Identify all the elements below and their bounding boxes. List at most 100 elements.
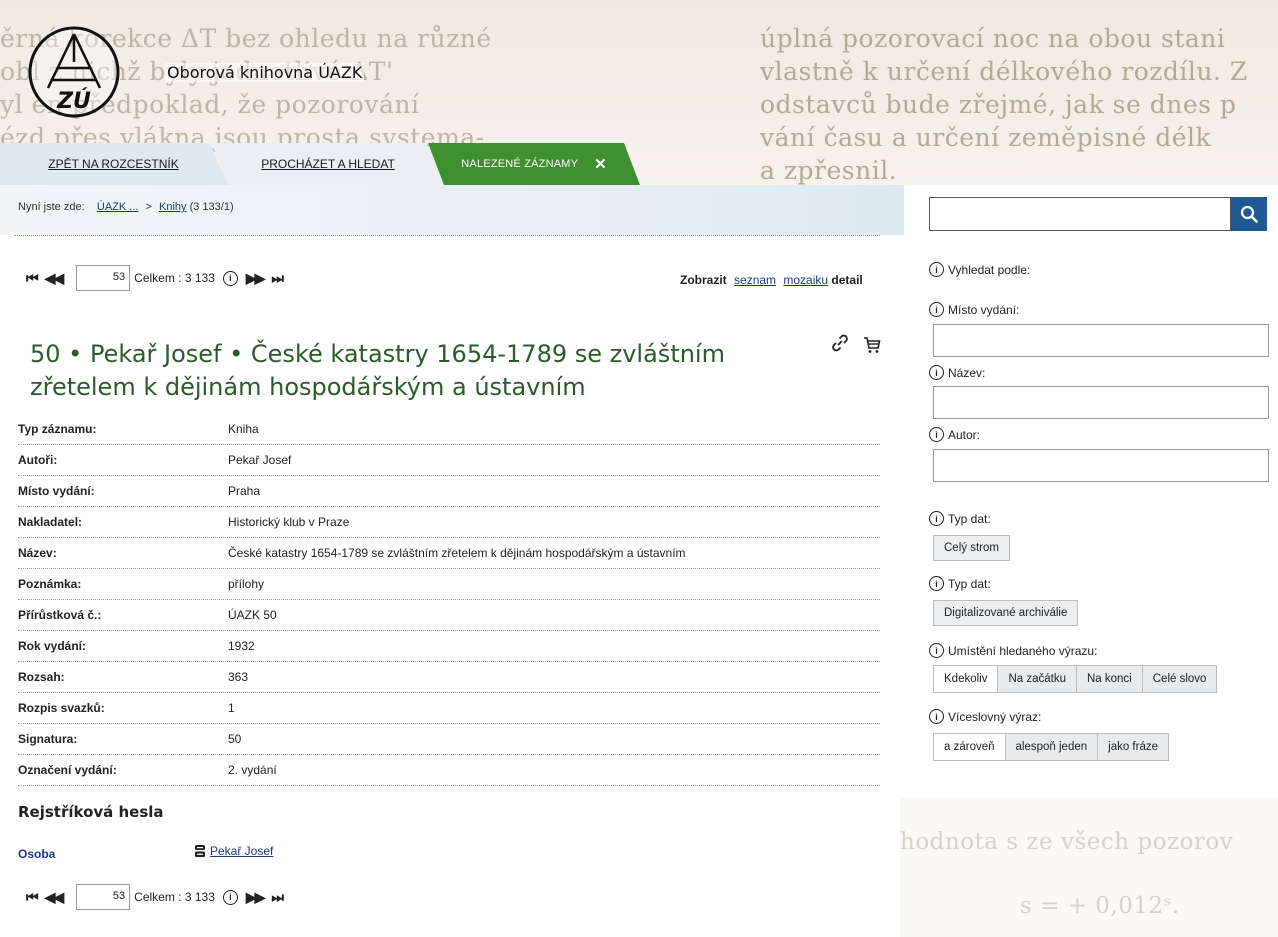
field-value: 50 <box>228 732 242 746</box>
library-logo[interactable]: ZÚ <box>24 22 124 122</box>
field-label: Místo vydání: <box>18 484 95 498</box>
svg-text:ZÚ: ZÚ <box>56 88 91 114</box>
info-icon[interactable]: i <box>929 427 944 442</box>
previous-page-icon[interactable]: ◀◀ <box>45 889 64 906</box>
next-page-icon[interactable]: ▶▶ <box>246 889 265 906</box>
permalink-icon[interactable] <box>830 333 850 353</box>
divider <box>14 235 880 236</box>
author-label: i Autor: <box>929 427 980 442</box>
data-type-label: i Typ dat: <box>929 511 991 526</box>
whole-tree-button[interactable]: Celý strom <box>933 535 1010 561</box>
close-icon[interactable]: ✕ <box>594 155 607 173</box>
first-page-icon[interactable]: ⏮ <box>26 889 39 906</box>
tab-label: NALEZENÉ ZÁZNAMY <box>461 158 579 170</box>
field-value: Kniha <box>228 422 259 436</box>
tab-label[interactable]: ZPĚT NA ROZCESTNÍK <box>48 157 178 171</box>
table-row: Signatura: 50 <box>18 724 880 755</box>
tab-back-to-crossroads[interactable]: ZPĚT NA ROZCESTNÍK <box>0 143 228 185</box>
page-number-input[interactable]: 53 <box>76 265 131 291</box>
last-page-icon[interactable]: ⏭ <box>271 889 284 906</box>
field-value: Praha <box>228 484 261 498</box>
field-label: Rok vydání: <box>18 639 87 653</box>
info-icon[interactable]: i <box>929 262 944 277</box>
page-number-input[interactable]: 53 <box>76 884 131 910</box>
position-whole-word-button[interactable]: Celé slovo <box>1141 665 1218 693</box>
info-icon[interactable]: i <box>929 365 944 380</box>
main-tabs: ZPĚT NA ROZCESTNÍK PROCHÁZET A HLEDAT NA… <box>0 143 760 185</box>
field-label: Rozpis svazků: <box>18 701 105 715</box>
field-label: Nakladatel: <box>18 515 83 529</box>
next-page-icon[interactable]: ▶▶ <box>246 270 265 287</box>
place-input[interactable] <box>933 324 1269 357</box>
digitized-archives-button[interactable]: Digitalizované archiválie <box>933 600 1079 626</box>
info-icon[interactable]: i <box>929 709 944 724</box>
info-icon[interactable]: i <box>222 270 238 286</box>
index-term-entry[interactable]: Pekař Josef <box>194 844 273 858</box>
site-title[interactable]: Oborová knihovna ÚAZK <box>165 63 365 82</box>
record-title: 50 • Pekař Josef • České katastry 1654-1… <box>30 340 725 401</box>
breadcrumb-item-books[interactable]: Knihy <box>159 201 187 213</box>
field-value: Historický klub v Praze <box>228 515 350 529</box>
term-position-label: i Umístění hledaného výrazu: <box>929 643 1097 658</box>
view-list-link[interactable]: seznam <box>734 273 776 287</box>
search-input[interactable] <box>929 197 1231 231</box>
page-header: ěrná korekce ΔT bez ohledu na různé obl … <box>0 0 1278 185</box>
search-button[interactable] <box>1231 197 1267 231</box>
tab-browse-and-search[interactable]: PROCHÁZET A HLEDAT <box>212 143 444 185</box>
multiword-phrase-button[interactable]: jako fráze <box>1097 733 1169 761</box>
previous-page-icon[interactable]: ◀◀ <box>45 270 64 287</box>
index-term-type: Osoba <box>18 847 56 861</box>
first-page-icon[interactable]: ⏮ <box>26 270 39 287</box>
cart-icon[interactable] <box>862 335 882 355</box>
total-count: Celkem : 3 133 <box>134 890 215 904</box>
info-icon[interactable]: i <box>222 889 238 905</box>
multiword-label: i Víceslovný výraz: <box>929 709 1041 724</box>
view-mosaic-link[interactable]: mozaiku <box>783 273 828 287</box>
tab-found-records[interactable]: NALEZENÉ ZÁZNAMY ✕ <box>428 143 640 185</box>
multiword-toggle: a zároveň alespoň jeden jako fráze <box>933 733 1169 761</box>
field-value: Pekař Josef <box>228 453 292 467</box>
field-label: Typ záznamu: <box>18 422 97 436</box>
record-details-table: Typ záznamu: Kniha Autoři: Pekař Josef Mís… <box>18 414 880 786</box>
position-start-button[interactable]: Na začátku <box>997 665 1077 693</box>
title-label: i Název: <box>929 365 985 380</box>
pager-bottom: ⏮ ◀◀ 53 Celkem : 3 133 i ▶▶ ⏭ <box>26 884 290 910</box>
info-icon[interactable]: i <box>929 576 944 591</box>
header-background-text-right: úplná pozorovací noc na obou stani vlast… <box>760 24 1248 185</box>
field-label: Označení vydání: <box>18 763 117 777</box>
index-terms-heading: Rejstříková hesla <box>18 803 164 821</box>
table-row: Poznámka: přílohy <box>18 569 880 600</box>
breadcrumb-bar: Nyní jste zde: ÚAZK ... > Knihy (3 133/1… <box>0 185 904 235</box>
field-label: Poznámka: <box>18 577 82 591</box>
info-icon[interactable]: i <box>929 643 944 658</box>
table-row: Rozsah: 363 <box>18 662 880 693</box>
last-page-icon[interactable]: ⏭ <box>271 270 284 287</box>
title-input[interactable] <box>933 386 1269 419</box>
breadcrumb: Nyní jste zde: ÚAZK ... > Knihy (3 133/1… <box>18 201 234 213</box>
field-value: 363 <box>228 670 249 684</box>
field-value: České katastry 1654-1789 se zvláštním zř… <box>228 546 686 560</box>
info-icon[interactable]: i <box>929 302 944 317</box>
total-count: Celkem : 3 133 <box>134 271 215 285</box>
table-row: Přírůstková č.: ÚAZK 50 <box>18 600 880 631</box>
field-label: Název: <box>18 546 57 560</box>
place-label: i Místo vydání: <box>929 302 1019 317</box>
breadcrumb-item-uazk[interactable]: ÚAZK ... <box>97 201 139 213</box>
table-row: Rozpis svazků: 1 <box>18 693 880 724</box>
table-row: Místo vydání: Praha <box>18 476 880 507</box>
author-input[interactable] <box>933 449 1269 482</box>
multiword-and-button[interactable]: a zároveň <box>933 733 1006 761</box>
view-detail-current: detail <box>831 273 863 287</box>
person-index-icon <box>195 845 205 857</box>
field-value: 1 <box>228 701 235 715</box>
field-value: ÚAZK 50 <box>228 608 277 622</box>
multiword-any-button[interactable]: alespoň jeden <box>1004 733 1099 761</box>
tab-label[interactable]: PROCHÁZET A HLEDAT <box>261 157 395 171</box>
position-end-button[interactable]: Na konci <box>1076 665 1143 693</box>
index-term-link[interactable]: Pekař Josef <box>210 844 273 858</box>
field-label: Autoři: <box>18 453 58 467</box>
background-scan-fragment: hodnota s ze všech pozorov s = + 0,012ˢ. <box>900 798 1278 937</box>
info-icon[interactable]: i <box>929 511 944 526</box>
position-anywhere-button[interactable]: Kdekoliv <box>933 665 999 693</box>
field-value: 1932 <box>228 639 255 653</box>
